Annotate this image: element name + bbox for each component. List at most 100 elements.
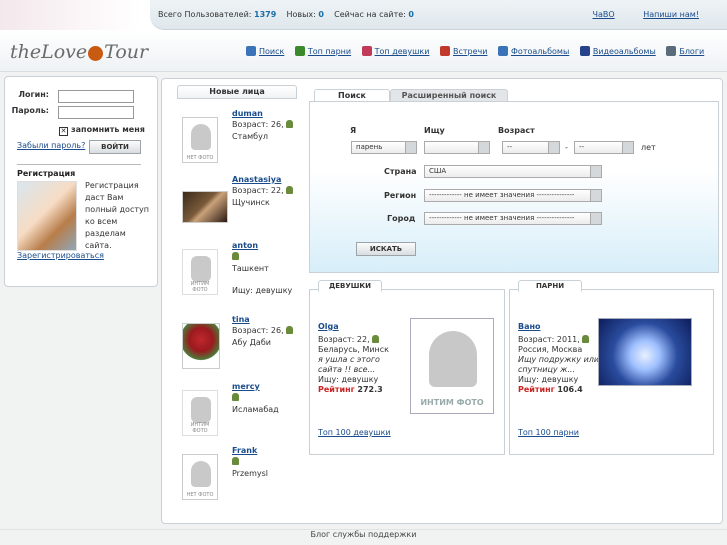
girl-icon: [361, 46, 372, 56]
member-photo[interactable]: [182, 323, 220, 369]
seek-select[interactable]: [424, 141, 490, 154]
face-item[interactable]: НЕТ ФОТО duman Возраст: 26, Стамбул: [182, 109, 302, 169]
site-logo[interactable]: theLove Tour: [10, 41, 148, 63]
meetings-icon: [440, 46, 450, 56]
contact-link[interactable]: Напиши нам!: [643, 10, 699, 19]
login-row: Логин:: [5, 90, 155, 103]
leaf-icon: [191, 256, 211, 282]
nav-top-boys[interactable]: Топ парни: [294, 46, 351, 56]
nav-search[interactable]: Поиск: [246, 46, 284, 56]
face-name[interactable]: Anastasiya: [232, 175, 281, 184]
member-photo[interactable]: [182, 191, 228, 223]
face-city: Исламабад: [232, 405, 279, 414]
chevron-down-icon: [478, 142, 489, 153]
region-select[interactable]: ------------- не имеет значения --------…: [424, 189, 602, 202]
divider: [177, 98, 297, 99]
users-label: Всего Пользователей:: [158, 10, 252, 19]
no-photo[interactable]: НЕТ ФОТО: [182, 117, 218, 163]
login-panel: Логин: Пароль: ✕ запомнить меня Забыли па…: [4, 76, 158, 287]
face-name[interactable]: duman: [232, 109, 263, 118]
face-item[interactable]: ИНТИМ ФОТО anton Ташкент Ищу: девушку: [182, 241, 302, 301]
boy-info: Возраст: 2011, Россия, Москва Ищу подруж…: [518, 335, 600, 394]
boy-quote: Ищу подружку или спутницу ж...: [518, 355, 600, 374]
blog-icon: [666, 46, 677, 56]
girl-photo[interactable]: ИНТИМ ФОТО: [410, 318, 494, 414]
face-item[interactable]: ИНТИМ ФОТО mercy Исламабад: [182, 382, 302, 442]
login-input[interactable]: [58, 90, 134, 103]
user-icon: [286, 186, 294, 194]
face-city: Ташкент: [232, 264, 269, 273]
remember-me[interactable]: ✕ запомнить меня: [59, 125, 145, 136]
registration-text: Регистрация даст Вам полный доступ ко вс…: [85, 181, 149, 250]
registration-title: Регистрация: [17, 169, 76, 178]
intim-photo[interactable]: ИНТИМ ФОТО: [182, 390, 218, 436]
nav-photo-albums[interactable]: Фотоальбомы: [498, 46, 569, 56]
boy-name[interactable]: Вано: [518, 322, 541, 331]
user-icon: [232, 393, 239, 401]
age-to-select[interactable]: --: [574, 141, 634, 154]
login-button[interactable]: ВОЙТИ: [89, 140, 141, 154]
top-girls-link[interactable]: Топ 100 девушки: [318, 428, 391, 437]
nav-video-albums[interactable]: Видеоальбомы: [579, 46, 656, 56]
silhouette-icon: [191, 461, 211, 487]
tab-boys[interactable]: ПАРНИ: [518, 280, 582, 292]
registration-photo: [17, 181, 77, 251]
girl-rating: 272.3: [357, 385, 383, 394]
age-from-select[interactable]: --: [502, 141, 560, 154]
new-count: 0: [318, 10, 324, 19]
search-button[interactable]: ИСКАТЬ: [356, 242, 416, 256]
girl-name[interactable]: Olga: [318, 322, 339, 331]
nav-meetings[interactable]: Встречи: [440, 46, 487, 56]
footer: Блог службы поддержки: [0, 529, 727, 545]
i-select[interactable]: парень: [351, 141, 417, 154]
face-name[interactable]: mercy: [232, 382, 260, 391]
top-links: ЧаВО Напиши нам!: [566, 10, 699, 19]
online-label: Сейчас на сайте:: [334, 10, 406, 19]
top-boys-link[interactable]: Топ 100 парни: [518, 428, 579, 437]
password-input[interactable]: [58, 106, 134, 119]
search-icon: [246, 46, 256, 56]
online-count: 0: [408, 10, 414, 19]
city-select[interactable]: ------------- не имеет значения --------…: [424, 212, 602, 225]
age-dash: -: [565, 143, 568, 152]
face-name[interactable]: Frank: [232, 446, 257, 455]
nav-top-girls[interactable]: Топ девушки: [361, 46, 429, 56]
leaf-icon: [429, 331, 477, 387]
stats-bar: Всего Пользователей: 1379 Новых: 0 Сейча…: [150, 0, 727, 30]
face-item[interactable]: tina Возраст: 26, Абу Даби: [182, 315, 302, 375]
face-name[interactable]: anton: [232, 241, 258, 250]
face-item[interactable]: Anastasiya Возраст: 22, Щучинск: [182, 175, 302, 235]
user-icon: [286, 326, 294, 334]
remember-checkbox[interactable]: ✕: [59, 127, 68, 136]
logo-left: theLove: [10, 41, 88, 63]
tab-girls[interactable]: ДЕВУШКИ: [318, 280, 382, 292]
face-seek: Ищу: девушку: [232, 286, 293, 295]
leaf-icon: [191, 397, 211, 423]
support-blog-link[interactable]: Блог службы поддержки: [311, 530, 417, 539]
intim-photo[interactable]: ИНТИМ ФОТО: [182, 249, 218, 295]
chevron-down-icon: [590, 190, 601, 201]
register-link[interactable]: Зарегистрироваться: [17, 251, 104, 260]
country-select[interactable]: США: [424, 165, 602, 178]
forgot-password-link[interactable]: Забыли пароль?: [17, 141, 85, 150]
login-label: Логин:: [18, 90, 49, 99]
user-icon: [286, 120, 294, 128]
face-name[interactable]: tina: [232, 315, 250, 324]
user-icon: [582, 335, 590, 343]
no-photo[interactable]: НЕТ ФОТО: [182, 454, 218, 500]
boy-photo[interactable]: [598, 318, 692, 386]
tab-new-faces[interactable]: Новые лица: [177, 85, 297, 98]
face-city: Абу Даби: [232, 338, 271, 347]
faq-link[interactable]: ЧаВО: [592, 10, 614, 19]
chevron-down-icon: [590, 213, 601, 224]
boy-icon: [294, 46, 305, 56]
face-item[interactable]: НЕТ ФОТО Frank Przemysl: [182, 446, 302, 506]
logo-right: Tour: [104, 41, 149, 63]
divider: [17, 164, 141, 165]
boy-rating: 106.4: [557, 385, 583, 394]
chevron-down-icon: [622, 142, 633, 153]
boys-card: ПАРНИ Вано Возраст: 2011, Россия, Москва…: [509, 280, 714, 455]
nav-blogs[interactable]: Блоги: [666, 46, 704, 56]
user-icon: [232, 457, 239, 465]
seek-label: Ищу: [424, 126, 445, 135]
